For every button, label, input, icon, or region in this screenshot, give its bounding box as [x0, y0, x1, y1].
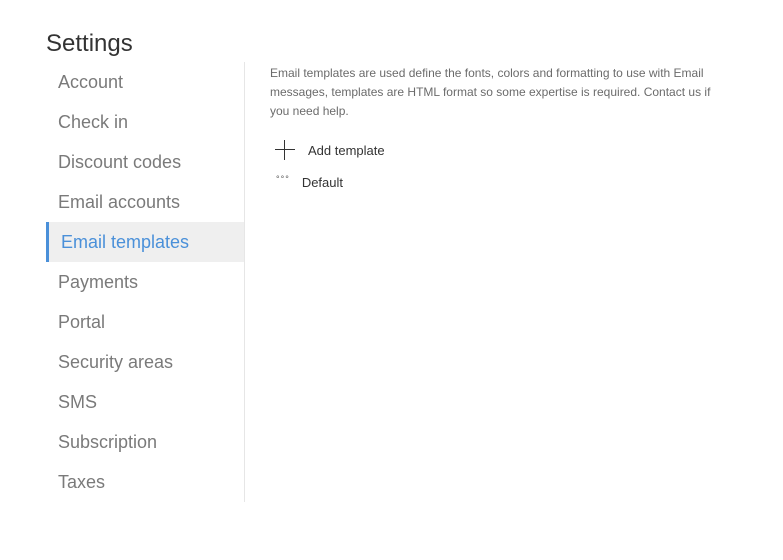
plus-icon — [275, 140, 295, 160]
sidebar-item-label: SMS — [58, 392, 98, 412]
add-template-label: Add template — [308, 142, 385, 158]
sidebar-item-payments[interactable]: Payments — [46, 262, 244, 302]
sidebar-item-label: Portal — [58, 312, 106, 332]
sidebar-item-portal[interactable]: Portal — [46, 302, 244, 342]
sidebar-item-email-accounts[interactable]: Email accounts — [46, 182, 244, 222]
settings-page: Settings Account Check in Discount codes… — [0, 0, 783, 560]
sidebar-item-sms[interactable]: SMS — [46, 382, 244, 422]
add-template-button[interactable]: Add template — [270, 138, 720, 162]
sidebar-item-email-templates[interactable]: Email templates — [46, 222, 244, 262]
sidebar-item-security-areas[interactable]: Security areas — [46, 342, 244, 382]
more-icon[interactable]: °°° — [276, 173, 290, 185]
template-item-default[interactable]: °°° Default — [270, 172, 720, 192]
sidebar-item-label: Taxes — [58, 472, 106, 492]
sidebar-item-taxes[interactable]: Taxes — [46, 462, 244, 502]
template-label: Default — [301, 174, 344, 190]
email-templates-panel: Email templates are used define the font… — [270, 64, 720, 192]
sidebar-item-discount-codes[interactable]: Discount codes — [46, 142, 244, 182]
sidebar-item-check-in[interactable]: Check in — [46, 102, 244, 142]
sidebar-item-label: Check in — [58, 112, 129, 132]
sidebar-item-label: Subscription — [58, 432, 158, 452]
templates-description: Email templates are used define the font… — [270, 66, 711, 118]
sidebar-item-label: Account — [58, 72, 124, 92]
settings-sidebar: Account Check in Discount codes Email ac… — [46, 62, 245, 502]
sidebar-item-label: Email accounts — [58, 192, 181, 212]
sidebar-item-label: Security areas — [58, 352, 174, 372]
sidebar-item-label: Payments — [58, 272, 139, 292]
sidebar-item-account[interactable]: Account — [46, 62, 244, 102]
sidebar-item-label: Discount codes — [58, 152, 182, 172]
sidebar-item-label: Email templates — [61, 232, 190, 252]
sidebar-item-subscription[interactable]: Subscription — [46, 422, 244, 462]
page-title: Settings — [46, 30, 133, 57]
